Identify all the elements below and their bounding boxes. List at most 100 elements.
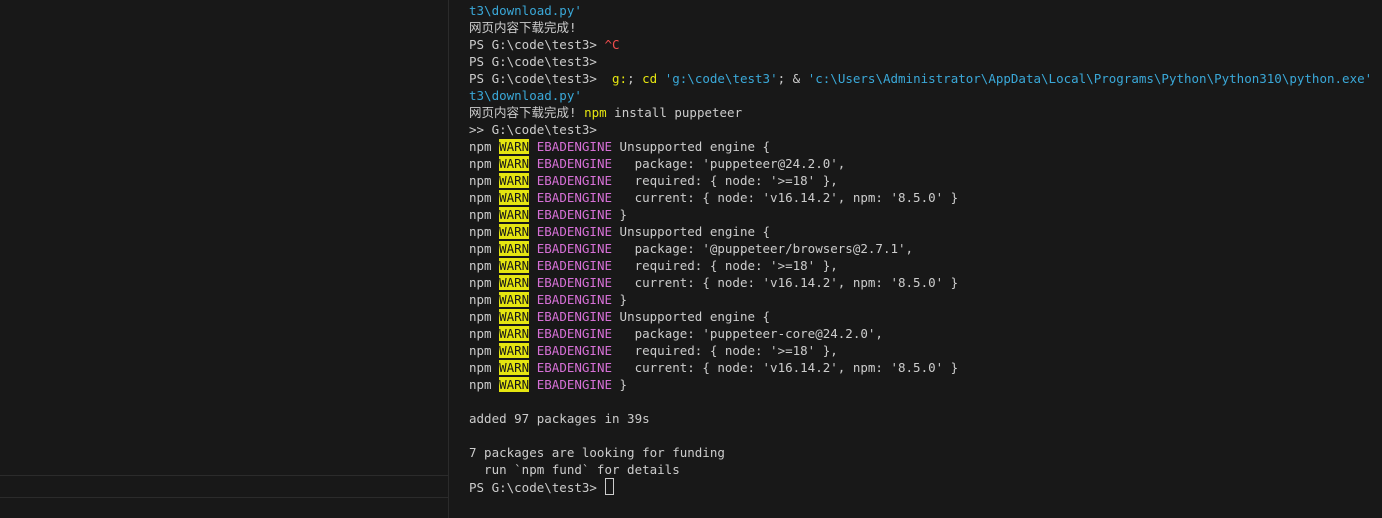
terminal-line: PS G:\code\test3> (469, 53, 1382, 70)
terminal-text: } (612, 377, 628, 392)
warn-badge: WARN (499, 360, 530, 375)
terminal-text: EBADENGINE (536, 326, 613, 341)
terminal-text: run `npm fund` for details (469, 462, 680, 477)
warn-badge: WARN (499, 156, 530, 171)
terminal-text: npm (469, 139, 500, 154)
terminal-text: 'c:\Users\Administrator\AppData\Local\Pr… (807, 71, 1373, 86)
terminal-text: EBADENGINE (536, 275, 613, 290)
terminal-text: EBADENGINE (536, 343, 613, 358)
terminal-text: package: '@puppeteer/browsers@2.7.1', (612, 241, 914, 256)
terminal-text: ; (627, 71, 643, 86)
terminal-line: >> G:\code\test3> (469, 121, 1382, 138)
terminal-line: 网页内容下载完成! (469, 19, 1382, 36)
terminal-text: package: 'puppeteer-core@24.2.0', (612, 326, 883, 341)
terminal-text: npm (469, 275, 500, 290)
terminal-line: npm WARN EBADENGINE current: { node: 'v1… (469, 274, 1382, 291)
terminal-line: t3\download.py' (469, 87, 1382, 104)
terminal-line: npm WARN EBADENGINE current: { node: 'v1… (469, 189, 1382, 206)
terminal-text: EBADENGINE (536, 309, 613, 324)
terminal-text: npm (469, 343, 500, 358)
terminal-text: >> G:\code\test3> (469, 122, 597, 137)
warn-badge: WARN (499, 275, 530, 290)
terminal-line: npm WARN EBADENGINE Unsupported engine { (469, 223, 1382, 240)
terminal-text: 网页内容下载完成! (469, 105, 585, 120)
terminal-text: ; & (777, 71, 808, 86)
warn-badge: WARN (499, 224, 530, 239)
terminal-line: added 97 packages in 39s (469, 410, 1382, 427)
terminal-text: EBADENGINE (536, 139, 613, 154)
terminal-text: npm (469, 207, 500, 222)
warn-badge: WARN (499, 343, 530, 358)
terminal-text: g: (612, 71, 628, 86)
terminal-text: PS G:\code\test3> (469, 71, 612, 86)
terminal-text: EBADENGINE (536, 360, 613, 375)
terminal-line: PS G:\code\test3> ^C (469, 36, 1382, 53)
warn-badge: WARN (499, 241, 530, 256)
terminal-text: added 97 packages in 39s (469, 411, 650, 426)
terminal-text: } (612, 292, 628, 307)
terminal-line: t3\download.py' (469, 2, 1382, 19)
terminal-line: npm WARN EBADENGINE current: { node: 'v1… (469, 359, 1382, 376)
terminal-text: npm (469, 326, 500, 341)
terminal-text: required: { node: '>=18' }, (612, 258, 838, 273)
terminal-text: PS G:\code\test3> (469, 37, 605, 52)
terminal-line: npm WARN EBADENGINE package: 'puppeteer-… (469, 325, 1382, 342)
terminal-text: Unsupported engine { (612, 139, 771, 154)
warn-badge: WARN (499, 326, 530, 341)
terminal-line: npm WARN EBADENGINE package: 'puppeteer@… (469, 155, 1382, 172)
terminal-text: EBADENGINE (536, 241, 613, 256)
terminal-text: npm (469, 377, 500, 392)
terminal-text: EBADENGINE (536, 292, 613, 307)
terminal-text: EBADENGINE (536, 207, 613, 222)
terminal-line: npm WARN EBADENGINE } (469, 291, 1382, 308)
warn-badge: WARN (499, 173, 530, 188)
terminal-line: npm WARN EBADENGINE required: { node: '>… (469, 342, 1382, 359)
warn-badge: WARN (499, 309, 530, 324)
warn-badge: WARN (499, 190, 530, 205)
terminal-line: npm WARN EBADENGINE Unsupported engine { (469, 308, 1382, 325)
terminal-text: npm (469, 156, 500, 171)
terminal-text: npm (469, 224, 500, 239)
terminal-text: EBADENGINE (536, 258, 613, 273)
terminal-line: PS G:\code\test3> g:; cd 'g:\code\test3'… (469, 70, 1382, 87)
terminal-text: EBADENGINE (536, 156, 613, 171)
terminal-panel[interactable]: t3\download.py' 网页内容下载完成! PS G:\code\test3… (449, 0, 1382, 518)
terminal-text: npm (469, 190, 500, 205)
vscode-window: t3\download.py' 网页内容下载完成! PS G:\code\test3… (0, 0, 1382, 518)
terminal-text: npm (469, 309, 500, 324)
terminal-text: Unsupported engine { (612, 309, 771, 324)
terminal-text: PS G:\code\test3> (469, 480, 605, 495)
terminal-cursor (605, 478, 615, 495)
terminal-text: required: { node: '>=18' }, (612, 343, 838, 358)
terminal-line: 7 packages are looking for funding (469, 444, 1382, 461)
editor-area[interactable] (0, 0, 448, 518)
terminal-line: npm WARN EBADENGINE Unsupported engine { (469, 138, 1382, 155)
terminal-text: PS G:\code\test3> (469, 54, 597, 69)
terminal-text: current: { node: 'v16.14.2', npm: '8.5.0… (612, 360, 959, 375)
terminal-text: ^C (604, 37, 620, 52)
terminal-text: required: { node: '>=18' }, (612, 173, 838, 188)
terminal-text: npm (469, 241, 500, 256)
terminal-text: } (612, 207, 628, 222)
warn-badge: WARN (499, 292, 530, 307)
warn-badge: WARN (499, 207, 530, 222)
terminal-line: npm WARN EBADENGINE package: '@puppeteer… (469, 240, 1382, 257)
panel-divider (0, 475, 448, 476)
terminal-line: npm WARN EBADENGINE required: { node: '>… (469, 257, 1382, 274)
terminal-line: 网页内容下载完成! npm install puppeteer (469, 104, 1382, 121)
